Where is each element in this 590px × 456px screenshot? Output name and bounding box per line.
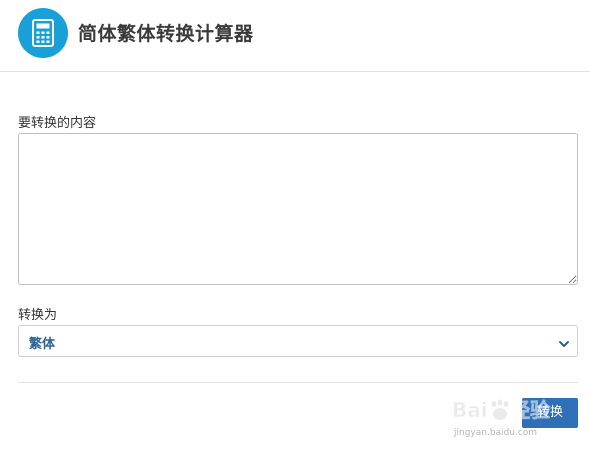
page-header: 简体繁体转换计算器	[0, 0, 590, 72]
target-select[interactable]: 繁体	[18, 325, 578, 357]
target-select-value: 繁体	[29, 337, 56, 352]
content-label: 要转换的内容	[18, 116, 97, 131]
watermark-url: jingyan.baidu.com	[454, 428, 538, 438]
convert-button[interactable]: 转换	[522, 398, 578, 428]
content-textarea[interactable]	[18, 133, 578, 285]
svg-text:Bai: Bai	[452, 398, 488, 422]
calculator-icon	[18, 8, 68, 58]
divider	[18, 382, 578, 383]
page-title: 简体繁体转换计算器	[78, 23, 254, 45]
target-label: 转换为	[18, 308, 58, 323]
chevron-down-icon	[558, 335, 570, 347]
